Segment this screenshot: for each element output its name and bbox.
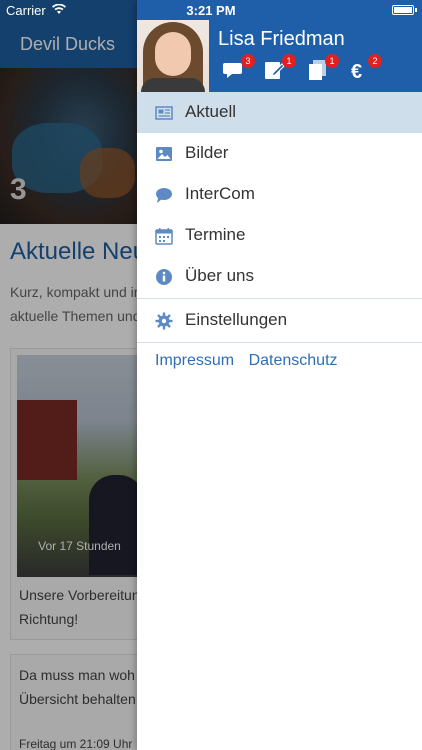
menu-item-label: Bilder bbox=[185, 143, 229, 162]
menu-item-termine[interactable]: Termine bbox=[137, 215, 422, 256]
impressum-link[interactable]: Impressum bbox=[155, 352, 234, 369]
calendar-icon bbox=[155, 228, 173, 245]
svg-text:€: € bbox=[351, 61, 362, 82]
badge-count: 1 bbox=[282, 54, 296, 68]
menu-item-intercom[interactable]: InterCom bbox=[137, 174, 422, 215]
info-icon bbox=[156, 269, 172, 285]
menu-divider bbox=[137, 342, 422, 343]
battery-icon bbox=[392, 5, 417, 15]
user-name: Lisa Friedman bbox=[218, 28, 345, 50]
chat-bubble-icon bbox=[156, 188, 172, 203]
drawer-overlay[interactable] bbox=[0, 0, 137, 750]
menu-item-label: InterCom bbox=[185, 184, 255, 203]
newspaper-icon bbox=[155, 106, 173, 120]
drawer-menu: Aktuell Bilder InterCom Termine Über uns… bbox=[137, 92, 422, 344]
status-bar: Carrier 3:21 PM bbox=[0, 0, 422, 20]
menu-divider bbox=[137, 298, 422, 299]
menu-item-einstellungen[interactable]: Einstellungen bbox=[137, 300, 422, 341]
menu-item-aktuell[interactable]: Aktuell bbox=[137, 92, 422, 133]
documents-notification-button[interactable]: 1 bbox=[306, 54, 339, 82]
avatar[interactable] bbox=[137, 20, 209, 92]
clock: 3:21 PM bbox=[186, 3, 236, 18]
footer-links: Impressum Datenschutz bbox=[155, 352, 348, 370]
menu-item-bilder[interactable]: Bilder bbox=[137, 133, 422, 174]
edit-notification-button[interactable]: 1 bbox=[263, 54, 296, 82]
euro-notification-button[interactable]: € 2 bbox=[349, 54, 382, 83]
menu-item-label: Einstellungen bbox=[185, 310, 288, 329]
chat-notification-button[interactable]: 3 bbox=[222, 54, 255, 82]
side-drawer: Lisa Friedman 3 1 1 € 2 Aktuell Bilder I… bbox=[137, 0, 422, 750]
menu-item-label: Termine bbox=[185, 225, 246, 244]
badge-count: 3 bbox=[241, 54, 255, 68]
badge-count: 1 bbox=[325, 54, 339, 68]
menu-item-ueber-uns[interactable]: Über uns bbox=[137, 256, 422, 297]
datenschutz-link[interactable]: Datenschutz bbox=[249, 352, 338, 369]
menu-item-label: Über uns bbox=[185, 266, 254, 285]
image-icon bbox=[156, 147, 172, 161]
gear-icon bbox=[155, 312, 173, 330]
menu-item-label: Aktuell bbox=[185, 102, 237, 121]
badge-count: 2 bbox=[368, 54, 382, 68]
